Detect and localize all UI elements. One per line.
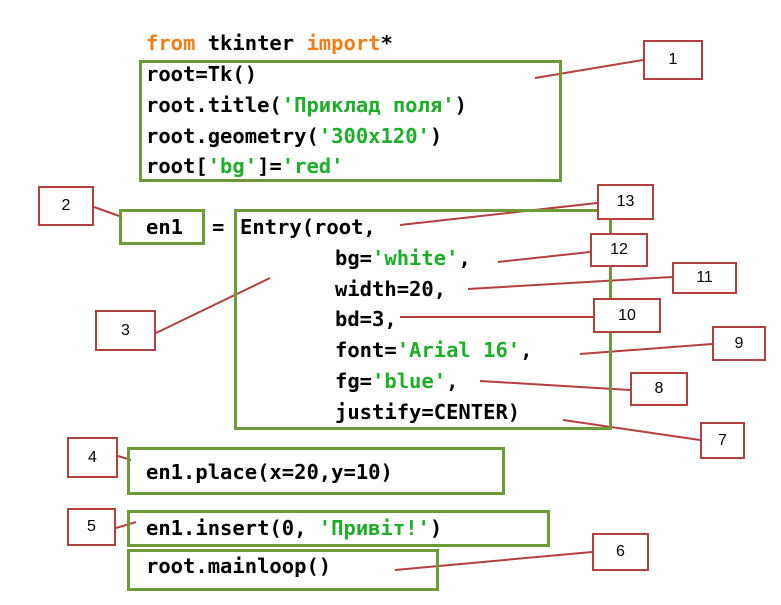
code-title: root.title('Приклад поля') bbox=[146, 93, 467, 117]
code-root-tk: root=Tk() bbox=[146, 62, 258, 86]
callout-5: 5 bbox=[67, 508, 116, 546]
callout-8: 8 bbox=[630, 372, 688, 406]
code-equals: = bbox=[212, 215, 225, 239]
code-entry: Entry(root, bbox=[240, 215, 376, 239]
code-fg: fg='blue', bbox=[335, 369, 459, 393]
callout-6: 6 bbox=[592, 533, 649, 571]
code-mainloop: root.mainloop() bbox=[146, 554, 332, 578]
callout-2: 2 bbox=[38, 186, 94, 226]
callout-3: 3 bbox=[95, 310, 156, 351]
code-place: en1.place(x=20,y=10) bbox=[146, 460, 393, 484]
code-bd: bd=3, bbox=[335, 307, 397, 331]
code-en1: en1 bbox=[146, 215, 184, 239]
callout-10: 10 bbox=[593, 298, 661, 333]
entry-options-group bbox=[234, 209, 612, 430]
code-bg: root['bg']='red' bbox=[146, 154, 344, 178]
code-insert: en1.insert(0, 'Привіт!') bbox=[146, 516, 443, 540]
callout-12: 12 bbox=[590, 233, 648, 267]
code-font: font='Arial 16', bbox=[335, 338, 533, 362]
code-width: width=20, bbox=[335, 277, 447, 301]
callout-1: 1 bbox=[643, 40, 703, 80]
callout-9: 9 bbox=[712, 326, 766, 361]
connector-2 bbox=[93, 206, 123, 218]
callout-13: 13 bbox=[597, 184, 654, 220]
callout-4: 4 bbox=[67, 437, 118, 478]
code-justify: justify=CENTER) bbox=[335, 400, 521, 424]
callout-11: 11 bbox=[672, 262, 737, 294]
code-bg-white: bg='white', bbox=[335, 246, 471, 270]
code-import: from tkinter import* bbox=[146, 31, 393, 55]
callout-7: 7 bbox=[700, 422, 745, 459]
code-geometry: root.geometry('300x120') bbox=[146, 124, 443, 148]
